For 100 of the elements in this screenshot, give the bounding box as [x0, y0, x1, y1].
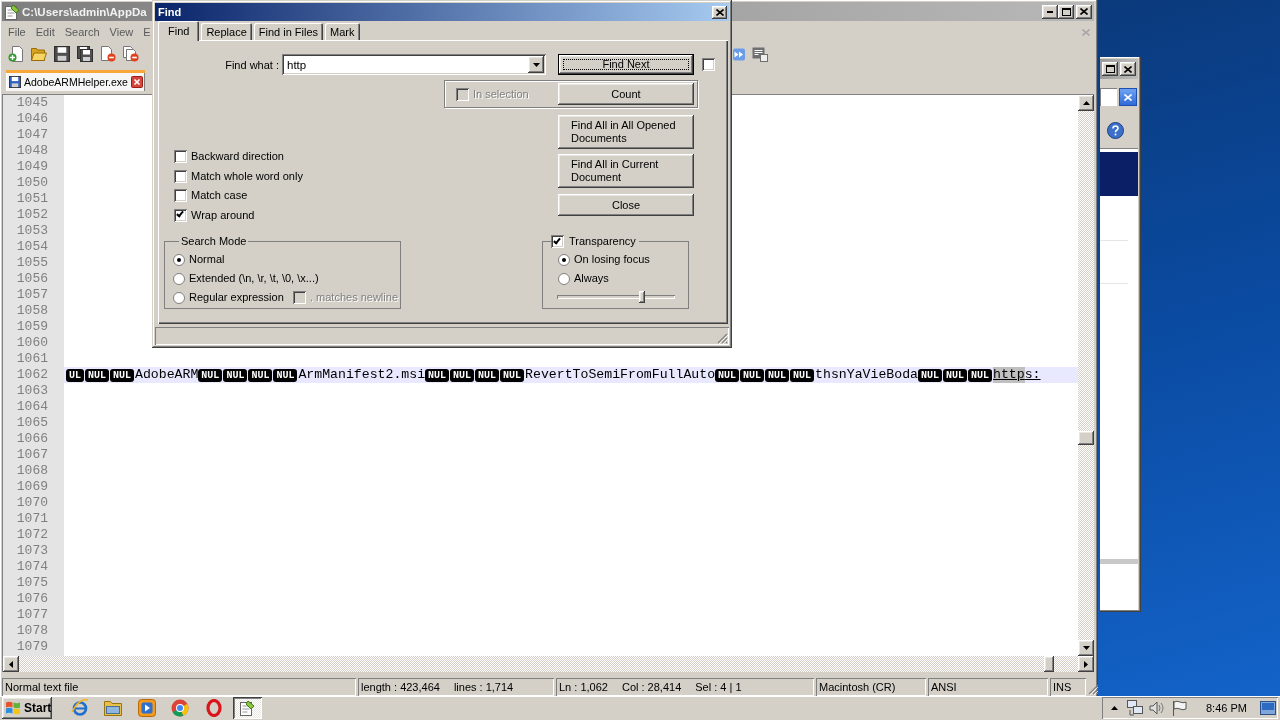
find-what-combo-box[interactable]: http	[282, 54, 546, 75]
menu-item[interactable]: Search	[59, 23, 105, 41]
line-number: 1056	[16, 271, 48, 286]
save-icon[interactable]	[54, 46, 70, 62]
scrollbar-thumb[interactable]	[1044, 656, 1054, 672]
control-character: NUL	[248, 368, 273, 382]
close-file-icon[interactable]	[100, 46, 116, 62]
save-all-icon[interactable]	[77, 46, 93, 62]
menu-item[interactable]: E	[138, 23, 151, 41]
checkbox[interactable]	[702, 58, 715, 71]
maximize-button[interactable]	[1058, 4, 1074, 19]
line-number: 1048	[16, 143, 48, 158]
line-number: 1073	[16, 543, 48, 558]
control-character: NUL	[918, 368, 942, 382]
dialog-tab[interactable]: Mark	[325, 23, 360, 40]
network-icon[interactable]	[1127, 700, 1143, 716]
forward-icon[interactable]	[733, 47, 745, 61]
status-text: Col : 28,414	[621, 680, 682, 694]
line-number: 1072	[16, 527, 48, 542]
line-number: 1063	[16, 383, 48, 398]
speaker-icon[interactable]	[1149, 700, 1165, 716]
find-next-button[interactable]: Find Next	[558, 54, 694, 75]
radio-button[interactable]	[173, 253, 185, 266]
notepad-icon	[4, 3, 20, 20]
help-icon[interactable]	[1107, 121, 1124, 139]
highlight-row	[1100, 152, 1138, 196]
close-button[interactable]	[1120, 62, 1136, 76]
code-text: thsnYaVieBoda	[815, 367, 918, 383]
control-character: NUL	[715, 368, 740, 382]
checkbox[interactable]	[174, 150, 187, 164]
line-number: 1064	[16, 399, 48, 414]
line-number: 1065	[16, 415, 48, 430]
line-number: 1045	[16, 95, 48, 110]
line-number: 1047	[16, 127, 48, 142]
radio-button[interactable]	[173, 272, 185, 285]
status-text: length : 423,464	[361, 680, 440, 694]
radio-button[interactable]	[173, 291, 185, 304]
checkbox-label: In selection	[473, 87, 529, 101]
close-icon[interactable]	[130, 76, 143, 88]
code-text: ArmManifest2.msi	[298, 367, 426, 383]
notepad-icon[interactable]	[239, 700, 255, 716]
resize-grip-icon	[717, 333, 728, 344]
search-field[interactable]	[1100, 88, 1117, 106]
dropdown-button[interactable]	[528, 56, 544, 73]
dialog-tab[interactable]: Find in Files	[253, 23, 324, 40]
ring-icon[interactable]	[205, 699, 222, 717]
close-button[interactable]	[1076, 4, 1092, 19]
clear-button[interactable]	[1119, 88, 1137, 106]
new-file-icon[interactable]	[8, 46, 24, 62]
scroll-up-button[interactable]	[1078, 95, 1094, 111]
dialog-tab[interactable]: Replace	[201, 23, 252, 40]
count-button[interactable]: Count	[558, 83, 694, 105]
menu-item[interactable]: View	[104, 23, 139, 41]
taskbar-button[interactable]	[232, 697, 262, 719]
control-character: NUL	[450, 368, 475, 382]
line-number: 1075	[16, 575, 48, 590]
action-button[interactable]: Find All in All Opened Documents	[558, 115, 694, 149]
menu-item[interactable]: File	[3, 23, 31, 41]
checkbox[interactable]	[551, 235, 564, 248]
line-number: 1052	[16, 207, 48, 222]
checkbox[interactable]	[174, 208, 187, 222]
radio-button[interactable]	[558, 253, 570, 266]
control-character: NUL	[198, 368, 223, 382]
menu-item[interactable]: Edit	[30, 23, 60, 41]
action-button[interactable]: Close	[558, 194, 694, 216]
folder-icon[interactable]	[104, 700, 122, 716]
control-character: NUL	[790, 368, 815, 382]
dialog-tab[interactable]: Find	[158, 21, 200, 41]
flag-icon[interactable]	[1171, 700, 1187, 716]
close-all-icon[interactable]	[123, 46, 139, 62]
checkbox[interactable]	[174, 169, 187, 183]
left-arrow-icon	[9, 660, 13, 668]
minimize-button[interactable]	[1042, 4, 1058, 19]
scroll-left-button[interactable]	[3, 656, 19, 672]
scroll-down-button[interactable]	[1078, 640, 1094, 656]
maximize-button[interactable]	[1102, 62, 1118, 76]
start-button[interactable]: Start	[2, 697, 52, 719]
slider-thumb[interactable]	[638, 290, 645, 303]
line-number: 1070	[16, 495, 48, 510]
radio-button[interactable]	[558, 272, 570, 285]
checkbox-label: Backward direction	[191, 150, 284, 164]
status-text: Macintosh (CR)	[819, 680, 896, 694]
show-desktop-icon[interactable]	[1260, 701, 1276, 715]
line-number: 1057	[16, 287, 48, 302]
open-folder-icon[interactable]	[31, 46, 47, 62]
document-tab[interactable]: AdobeARMHelper.exe	[6, 70, 145, 91]
play-icon[interactable]	[137, 699, 156, 717]
checkbox[interactable]	[174, 189, 187, 203]
line-number: 1050	[16, 175, 48, 190]
panel-icon[interactable]	[752, 46, 768, 62]
control-character: NUL	[110, 368, 135, 382]
scroll-right-button[interactable]	[1078, 656, 1094, 672]
status-text: lines : 1,714	[453, 680, 514, 694]
action-button[interactable]: Find All in Current Document	[558, 154, 694, 188]
close-icon	[715, 8, 724, 16]
close-button[interactable]	[712, 5, 727, 19]
globe-icon[interactable]	[70, 699, 89, 717]
control-character: NUL	[223, 368, 248, 382]
scrollbar-thumb[interactable]	[1078, 431, 1094, 445]
wheel-icon[interactable]	[171, 699, 189, 717]
